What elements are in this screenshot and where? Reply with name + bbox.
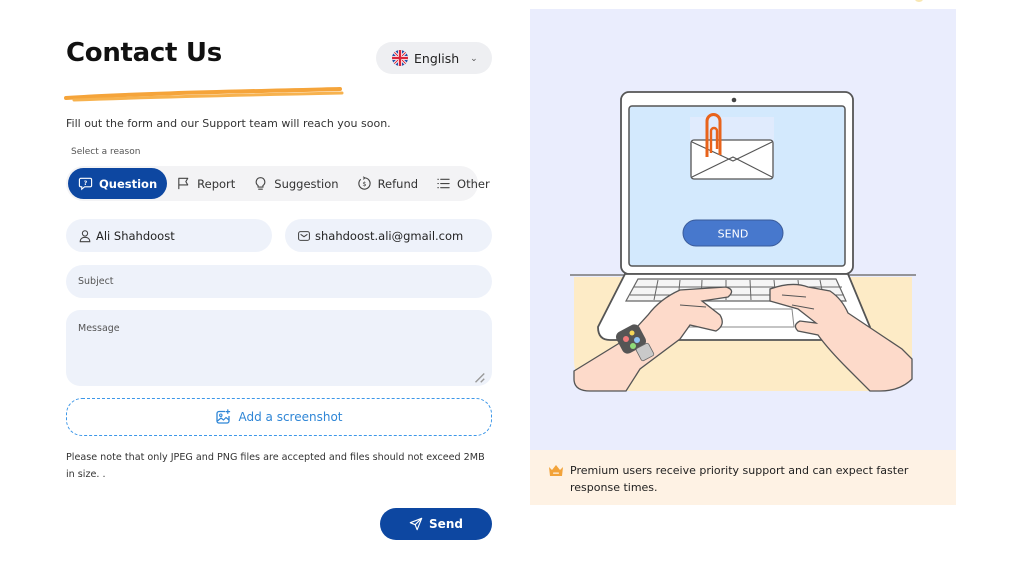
decorative-dot: [915, 0, 923, 2]
reason-label-question: Question: [99, 176, 158, 191]
form-subtitle: Fill out the form and our Support team w…: [66, 117, 391, 130]
illustration-send-label: SEND: [718, 228, 749, 241]
user-icon: [79, 229, 91, 242]
chevron-down-icon: ⌄: [470, 53, 478, 64]
reason-report[interactable]: Report: [167, 168, 244, 199]
svg-text:$: $: [362, 180, 366, 188]
reason-other[interactable]: Other: [427, 168, 499, 199]
reason-refund[interactable]: $ Refund: [348, 168, 427, 199]
illustration-panel: SEND Premium users receive priority supp…: [530, 9, 956, 505]
premium-notice: Premium users receive priority support a…: [530, 450, 956, 505]
mail-icon: [298, 230, 310, 241]
image-add-icon: [216, 409, 231, 424]
subject-placeholder: Subject: [78, 276, 114, 287]
reason-label-other: Other: [457, 176, 490, 191]
page-title: Contact Us: [66, 38, 222, 68]
email-field[interactable]: shahdoost.ali@gmail.com: [285, 219, 492, 252]
subject-input[interactable]: Subject: [66, 265, 492, 298]
language-label: English: [414, 50, 460, 66]
crown-icon: [549, 465, 563, 476]
laptop-typing-illustration: SEND: [570, 91, 916, 392]
flag-icon: [178, 177, 189, 190]
reason-selector: ? Question Report Suggestion $ Refund Ot…: [66, 166, 490, 201]
lightbulb-icon: [255, 177, 266, 190]
list-icon: [437, 178, 450, 189]
add-screenshot-button[interactable]: Add a screenshot: [66, 398, 492, 436]
reason-label: Select a reason: [71, 147, 141, 157]
resize-handle-icon[interactable]: [472, 370, 486, 384]
highlight-underline: [64, 87, 344, 102]
email-value: shahdoost.ali@gmail.com: [315, 228, 464, 243]
premium-text: Premium users receive priority support a…: [570, 464, 909, 494]
message-textarea[interactable]: Message: [66, 310, 492, 386]
uk-flag-icon: [392, 50, 408, 66]
name-value: Ali Shahdoost: [96, 228, 175, 243]
file-note: Please note that only JPEG and PNG files…: [66, 452, 485, 480]
name-field[interactable]: Ali Shahdoost: [66, 219, 272, 252]
reason-label-report: Report: [197, 176, 236, 191]
svg-text:?: ?: [84, 180, 88, 187]
question-bubble-icon: ?: [78, 177, 93, 191]
reason-suggestion[interactable]: Suggestion: [244, 168, 347, 199]
add-screenshot-label: Add a screenshot: [238, 410, 343, 424]
reason-label-suggestion: Suggestion: [274, 176, 339, 191]
reason-question[interactable]: ? Question: [68, 168, 168, 199]
reason-label-refund: Refund: [377, 176, 419, 191]
language-selector[interactable]: English ⌄: [376, 42, 492, 74]
send-label: Send: [429, 517, 463, 531]
message-placeholder: Message: [78, 323, 120, 334]
send-plane-icon: [409, 517, 423, 531]
refund-dollar-icon: $: [357, 176, 371, 190]
send-button[interactable]: Send: [380, 508, 492, 540]
